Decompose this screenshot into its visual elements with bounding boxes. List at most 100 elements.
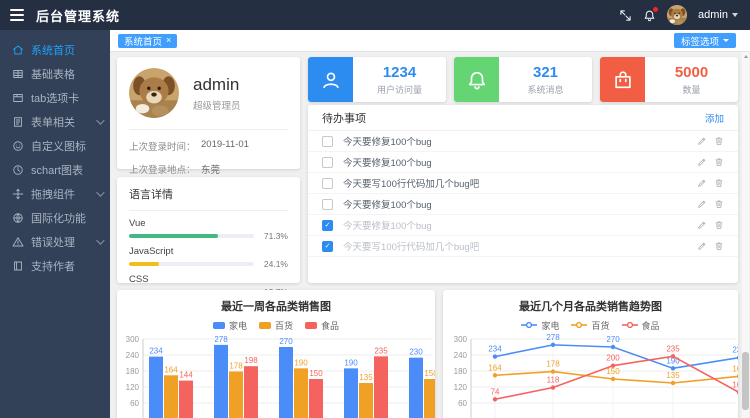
edit-icon xyxy=(697,199,707,209)
scrollbar-up-arrow[interactable] xyxy=(742,52,749,61)
sidebar-item-3[interactable]: 表单相关 xyxy=(0,110,110,134)
legend-marker xyxy=(571,321,587,329)
stat-card-1: 321 系统消息 xyxy=(454,57,592,102)
table-icon xyxy=(12,68,24,80)
svg-text:235: 235 xyxy=(374,346,388,355)
trash-icon[interactable] xyxy=(714,178,724,188)
stat-card-2: 5000 数量 xyxy=(600,57,738,102)
sidebar-item-8[interactable]: 错误处理 xyxy=(0,230,110,254)
username: admin xyxy=(698,9,728,21)
legend-item-百货[interactable]: 百货 xyxy=(571,319,609,332)
legend-item-百货[interactable]: 百货 xyxy=(259,319,293,332)
trash-icon[interactable] xyxy=(714,136,724,146)
edit-icon[interactable] xyxy=(697,136,707,146)
bar-chart-title: 最近一周各品类销售图 xyxy=(117,298,435,314)
legend-label: 百货 xyxy=(275,319,293,332)
trash-icon[interactable] xyxy=(714,199,724,209)
edit-icon[interactable] xyxy=(697,241,707,251)
todo-item-3: 今天要修复100个bug xyxy=(308,194,738,215)
add-todo-link[interactable]: 添加 xyxy=(705,111,724,125)
trash-icon[interactable] xyxy=(714,220,724,230)
language-row: JavaScript 24.1% xyxy=(129,246,288,269)
sidebar: 系统首页 基础表格 tab选项卡 表单相关 自定义图标 schart图表 拖拽组… xyxy=(0,30,110,418)
trash-icon[interactable] xyxy=(714,157,724,167)
drag-icon xyxy=(12,188,24,200)
todo-text: 今天要修复100个bug xyxy=(343,155,432,169)
legend-label: 家电 xyxy=(541,319,559,332)
todo-text: 今天要写100行代码加几个bug吧 xyxy=(343,176,479,190)
trash-icon xyxy=(714,178,724,188)
svg-text:150: 150 xyxy=(424,369,435,378)
legend-label: 食品 xyxy=(642,319,660,332)
language-card-title: 语言详情 xyxy=(129,186,288,202)
edit-icon[interactable] xyxy=(697,178,707,188)
svg-text:118: 118 xyxy=(547,376,560,385)
scrollbar[interactable] xyxy=(742,52,749,418)
legend-item-食品[interactable]: 食品 xyxy=(622,319,660,332)
tag-options-button[interactable]: 标签选项 xyxy=(674,33,736,48)
fullscreen-icon[interactable] xyxy=(619,9,632,22)
todo-checkbox[interactable]: ✓ xyxy=(322,241,333,252)
close-icon[interactable]: × xyxy=(166,36,171,45)
line-chart-legend: 家电百货 食品 xyxy=(443,320,738,330)
legend-marker xyxy=(259,322,271,329)
legend-item-食品[interactable]: 食品 xyxy=(305,319,339,332)
todo-checkbox[interactable] xyxy=(322,178,333,189)
tab-home[interactable]: 系统首页 × xyxy=(118,34,177,48)
hamburger-menu-icon[interactable] xyxy=(10,9,24,21)
edit-icon[interactable] xyxy=(697,220,707,230)
avatar xyxy=(667,5,687,25)
svg-text:190: 190 xyxy=(294,358,308,367)
user-dropdown[interactable]: admin xyxy=(698,9,738,21)
edit-icon[interactable] xyxy=(697,157,707,167)
hamburger-icon xyxy=(10,9,24,21)
svg-text:60: 60 xyxy=(130,399,139,408)
svg-text:235: 235 xyxy=(666,344,680,353)
todo-checkbox[interactable]: ✓ xyxy=(322,220,333,231)
todo-item-5: ✓ 今天要写100行代码加几个bug吧 xyxy=(308,236,738,257)
trash-icon xyxy=(714,220,724,230)
legend-label: 食品 xyxy=(321,319,339,332)
sidebar-item-9[interactable]: 支持作者 xyxy=(0,254,110,278)
form-icon xyxy=(12,116,24,128)
sidebar-item-5[interactable]: schart图表 xyxy=(0,158,110,182)
tag-options-label: 标签选项 xyxy=(681,34,719,48)
stat-value: 5000 xyxy=(675,64,708,81)
legend-item-家电[interactable]: 家电 xyxy=(213,319,247,332)
todo-item-1: 今天要修复100个bug xyxy=(308,152,738,173)
trash-icon xyxy=(714,136,724,146)
sidebar-item-4[interactable]: 自定义图标 xyxy=(0,134,110,158)
todo-checkbox[interactable] xyxy=(322,157,333,168)
legend-item-家电[interactable]: 家电 xyxy=(521,319,559,332)
chevron-down-icon xyxy=(96,116,104,124)
bar-chart-legend: 家电 百货 食品 xyxy=(117,320,435,330)
notifications-bell[interactable] xyxy=(643,9,656,22)
user-icon-box xyxy=(308,57,353,102)
avatar xyxy=(129,68,179,118)
svg-text:164: 164 xyxy=(488,363,502,372)
edit-icon[interactable] xyxy=(697,199,707,209)
profile-card: admin 超级管理员 上次登录时间： 2019-11-01 上次登录地点： 东… xyxy=(117,57,300,169)
todo-text: 今天要修复100个bug xyxy=(343,134,432,148)
sidebar-item-2[interactable]: tab选项卡 xyxy=(0,86,110,110)
todo-checkbox[interactable] xyxy=(322,199,333,210)
svg-text:60: 60 xyxy=(458,399,467,408)
app-header: 后台管理系统 admin xyxy=(0,0,750,30)
svg-text:160: 160 xyxy=(732,364,738,373)
sidebar-item-7[interactable]: 国际化功能 xyxy=(0,206,110,230)
chevron-down-icon xyxy=(96,236,104,244)
svg-text:150: 150 xyxy=(309,369,323,378)
header-actions: admin xyxy=(619,5,738,25)
sidebar-item-1[interactable]: 基础表格 xyxy=(0,62,110,86)
scrollbar-thumb[interactable] xyxy=(742,352,749,410)
edit-icon xyxy=(697,220,707,230)
svg-text:270: 270 xyxy=(606,335,620,344)
sidebar-item-0[interactable]: 系统首页 xyxy=(0,38,110,62)
trash-icon[interactable] xyxy=(714,241,724,251)
sidebar-item-6[interactable]: 拖拽组件 xyxy=(0,182,110,206)
todo-checkbox[interactable] xyxy=(322,136,333,147)
progress-track xyxy=(129,234,254,238)
svg-text:300: 300 xyxy=(454,335,468,344)
stat-label: 系统消息 xyxy=(527,83,563,96)
svg-text:240: 240 xyxy=(454,351,468,360)
